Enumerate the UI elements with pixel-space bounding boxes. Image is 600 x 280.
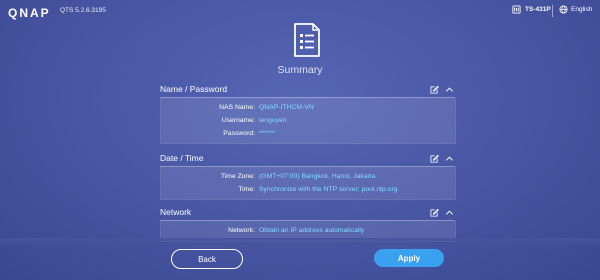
- row-label: Username:: [221, 117, 255, 124]
- row-value: Synchronize with the NTP server: pool.nt…: [259, 186, 398, 193]
- chevron-up-icon[interactable]: [445, 85, 454, 94]
- name-password-card: NAS Name: QNAP-ITHCM-VN Username: lenguy…: [160, 97, 456, 144]
- date-time-card: Time Zone: (GMT+07:00) Bangkok, Hanoi, J…: [160, 166, 456, 200]
- row-label: Time Zone:: [220, 173, 255, 180]
- page-title: Summary: [277, 64, 323, 76]
- chevron-up-icon[interactable]: [445, 154, 454, 163]
- section-title: Name / Password: [160, 84, 228, 94]
- section-title: Date / Time: [160, 153, 204, 163]
- row-value: QNAP-ITHCM-VN: [259, 104, 314, 111]
- section-header-name-password: Name / Password: [160, 81, 454, 98]
- row-value: Obtain an IP address automatically: [259, 227, 365, 234]
- divider: [552, 5, 553, 17]
- row-value: ******: [259, 130, 275, 137]
- edit-icon[interactable]: [430, 85, 439, 94]
- back-button[interactable]: Back: [171, 249, 243, 269]
- language-label: English: [571, 6, 593, 13]
- row-label: NAS Name:: [219, 104, 255, 111]
- device-menu[interactable]: TS-431P: [512, 5, 551, 14]
- device-name: TS-431P: [525, 6, 551, 13]
- section-header-date-time: Date / Time: [160, 150, 454, 167]
- scroll-fade: [0, 238, 600, 248]
- top-bar: QNAP QTS 5.2.6.3195 TS-431P English: [0, 0, 600, 24]
- row-value: lenguyen: [259, 117, 287, 124]
- edit-icon[interactable]: [430, 154, 439, 163]
- language-menu[interactable]: English: [559, 5, 592, 14]
- row-label: Time:: [238, 186, 255, 193]
- row-value: (GMT+07:00) Bangkok, Hanoi, Jakarta: [259, 173, 376, 180]
- qnap-logo: QNAP: [8, 6, 51, 20]
- document-icon: [294, 23, 320, 57]
- edit-icon[interactable]: [430, 208, 439, 217]
- row-label: Network:: [228, 227, 255, 234]
- chevron-up-icon[interactable]: [445, 208, 454, 217]
- apply-button[interactable]: Apply: [374, 249, 444, 267]
- globe-icon: [559, 5, 568, 14]
- row-label: Password:: [223, 130, 255, 137]
- os-version: QTS 5.2.6.3195: [60, 7, 106, 14]
- section-title: Network: [160, 207, 192, 217]
- section-header-network: Network: [160, 204, 454, 221]
- nas-device-icon: [512, 5, 521, 14]
